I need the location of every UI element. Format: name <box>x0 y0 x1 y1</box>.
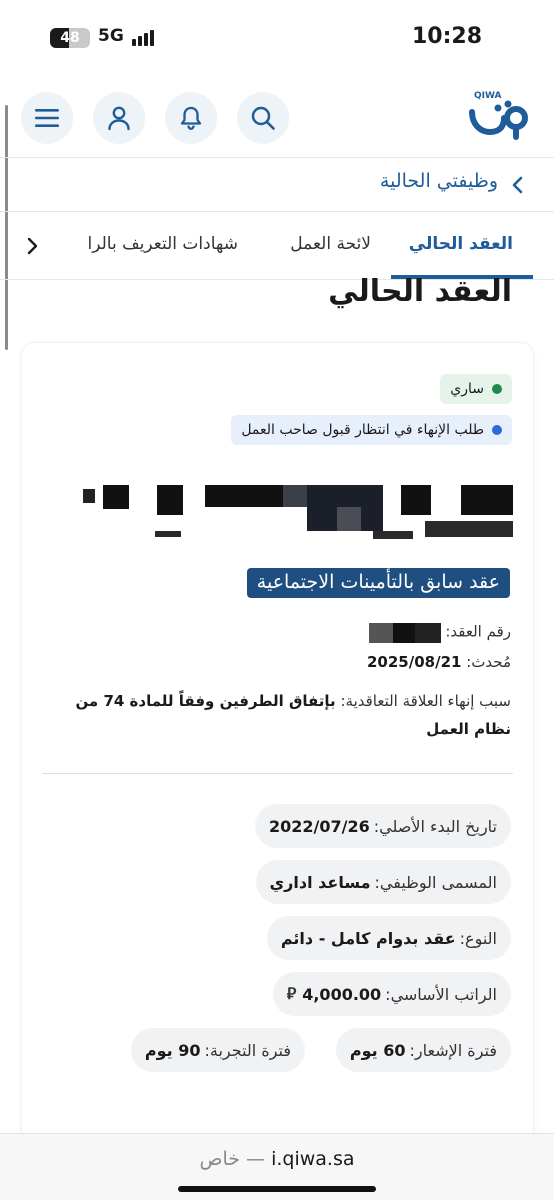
start-date-value: 2022/07/26 <box>268 816 370 836</box>
contract-type-chip: النوع: عقد بدوام كامل - دائم <box>266 916 511 960</box>
start-date-chip: تاريخ البدء الأصلي: 2022/07/26 <box>254 804 511 848</box>
notifications-button[interactable] <box>165 92 217 144</box>
riyal-currency-icon: ⃁ <box>286 984 297 1003</box>
clock: 10:28 <box>411 24 482 49</box>
user-icon <box>108 106 130 131</box>
app-header: QIWA <box>0 72 554 158</box>
probation-period-label: فترة التجربة: <box>204 1040 292 1060</box>
redacted-employer-name <box>53 481 513 553</box>
status-bar: 48 5G 10:28 <box>0 0 554 72</box>
battery-icon: 48 <box>50 28 90 48</box>
termination-reason-label: سبب إنهاء العلاقة التعاقدية: <box>340 692 511 710</box>
battery-level: 48 <box>60 30 80 46</box>
contract-number: رقم العقد: <box>368 621 511 643</box>
job-title-label: المسمى الوظيفي: <box>374 872 497 892</box>
menu-button[interactable] <box>21 92 73 144</box>
search-icon <box>251 106 275 130</box>
tab-bar: العقد الحالي لائحة العمل شهادات التعريف … <box>0 212 554 280</box>
private-label: خاص — <box>199 1148 266 1170</box>
browser-url-bar[interactable]: خاص — i.qiwa.sa <box>0 1133 554 1200</box>
job-title-value: مساعد اداري <box>269 872 371 892</box>
breadcrumb-label: وظيفتي الحالية <box>379 170 498 192</box>
updated-date: مُحدث: 2025/08/21 <box>367 653 511 671</box>
status-badge-label: ساري <box>450 381 484 397</box>
updated-label: مُحدث: <box>466 653 511 671</box>
updated-value: 2025/08/21 <box>367 653 462 671</box>
chevron-right-icon <box>512 176 523 194</box>
termination-dot-icon <box>492 425 502 435</box>
breadcrumb[interactable]: وظيفتي الحالية <box>0 158 554 212</box>
qiwa-logo[interactable]: QIWA <box>466 86 532 144</box>
notice-period-label: فترة الإشعار: <box>409 1040 497 1060</box>
status-badge: ساري <box>440 374 512 404</box>
search-button[interactable] <box>237 92 289 144</box>
redacted-contract-number <box>368 621 441 643</box>
basic-salary-value: 4,000.00 <box>302 984 382 1004</box>
notice-period-value: 60 يوم <box>349 1040 406 1060</box>
url-domain: i.qiwa.sa <box>271 1148 355 1170</box>
tab-salary-certificates[interactable]: شهادات التعريف بالرا <box>87 234 238 254</box>
tab-current-contract[interactable]: العقد الحالي <box>409 234 513 254</box>
logo-text: QIWA <box>474 91 502 101</box>
start-date-label: تاريخ البدء الأصلي: <box>373 816 497 836</box>
probation-period-chip: فترة التجربة: 90 يوم <box>130 1028 305 1072</box>
bell-icon <box>180 106 202 130</box>
chevron-left-icon[interactable] <box>24 236 42 256</box>
previous-contract-badge: عقد سابق بالتأمينات الاجتماعية <box>246 568 510 598</box>
termination-reason: سبب إنهاء العلاقة التعاقدية: بإتفاق الطر… <box>51 687 511 743</box>
status-dot-icon <box>492 384 502 394</box>
network-type: 5G <box>98 26 124 46</box>
home-indicator[interactable] <box>178 1186 376 1192</box>
divider <box>42 773 513 774</box>
job-title-chip: المسمى الوظيفي: مساعد اداري <box>255 860 511 904</box>
basic-salary-chip: الراتب الأساسي: 4,000.00 ⃁ <box>272 972 511 1016</box>
qiwa-logo-icon: QIWA <box>469 91 528 140</box>
profile-button[interactable] <box>93 92 145 144</box>
contract-number-label: رقم العقد: <box>445 622 511 641</box>
menu-icon <box>35 109 59 127</box>
contract-type-label: النوع: <box>459 928 497 948</box>
page-title: العقد الحالي <box>328 274 512 309</box>
termination-status-badge: طلب الإنهاء في انتظار قبول صاحب العمل <box>231 415 512 445</box>
termination-badge-label: طلب الإنهاء في انتظار قبول صاحب العمل <box>241 422 484 438</box>
tab-work-regulations[interactable]: لائحة العمل <box>290 234 371 254</box>
contract-card: ساري طلب الإنهاء في انتظار قبول صاحب الع… <box>22 343 533 1143</box>
probation-period-value: 90 يوم <box>144 1040 201 1060</box>
basic-salary-label: الراتب الأساسي: <box>385 984 497 1004</box>
contract-type-value: عقد بدوام كامل - دائم <box>280 928 456 948</box>
notice-period-chip: فترة الإشعار: 60 يوم <box>335 1028 511 1072</box>
url-display[interactable]: خاص — i.qiwa.sa <box>0 1148 554 1170</box>
